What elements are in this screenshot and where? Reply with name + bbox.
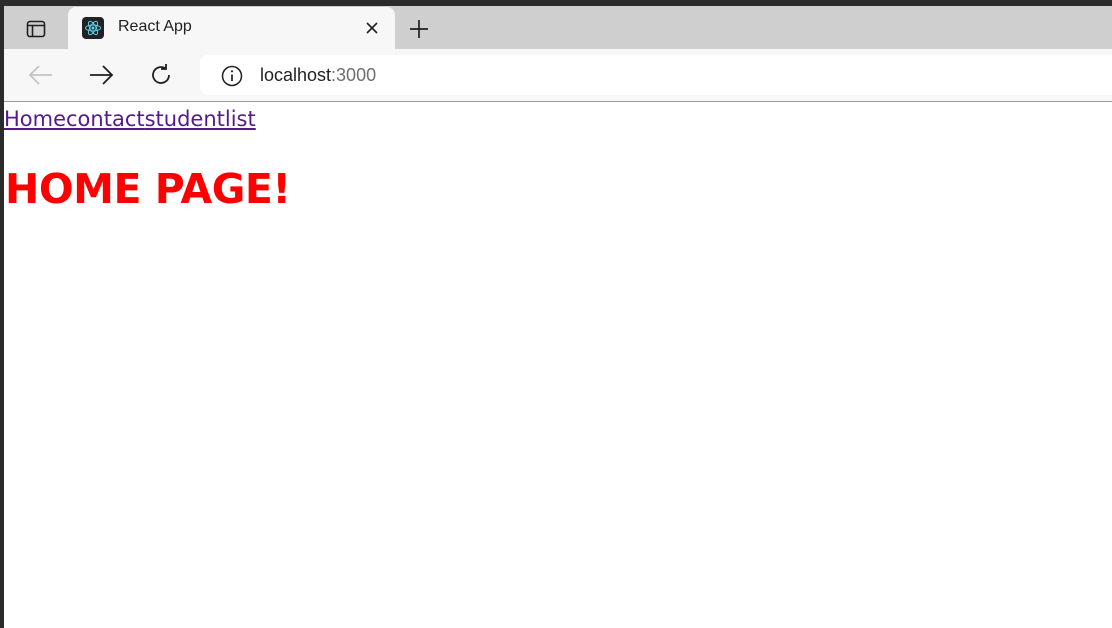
nav-link-studentlist[interactable]: studentlist <box>145 107 256 131</box>
tab-actions-icon <box>26 20 46 38</box>
tab-strip: React App <box>4 6 1112 49</box>
forward-button[interactable] <box>86 60 116 90</box>
new-tab-button[interactable] <box>404 14 434 44</box>
info-icon <box>221 65 243 87</box>
reload-icon <box>152 64 170 84</box>
close-icon <box>366 22 378 34</box>
arrow-right-icon <box>90 65 114 85</box>
address-bar[interactable]: localhost:3000 <box>200 55 1112 95</box>
browser-toolbar: localhost:3000 <box>4 49 1112 102</box>
tab-react-app[interactable]: React App <box>68 7 395 49</box>
site-info-button[interactable] <box>220 64 244 88</box>
back-button[interactable] <box>26 60 56 90</box>
tab-title: React App <box>118 18 192 35</box>
arrow-left-icon <box>28 65 52 85</box>
url-host: localhost <box>260 65 332 85</box>
page-content: Homecontactstudentlist HOME PAGE! <box>4 102 1112 628</box>
url-text[interactable]: localhost:3000 <box>260 65 376 86</box>
reload-button[interactable] <box>146 60 176 90</box>
nav-link-home[interactable]: Home <box>4 107 66 131</box>
tab-actions-button[interactable] <box>20 15 52 43</box>
close-tab-button[interactable] <box>362 18 382 38</box>
react-logo-icon <box>82 17 104 39</box>
browser-window: React App localhost:3000 Homecontactstud… <box>0 0 1112 628</box>
page-heading: HOME PAGE! <box>5 165 291 213</box>
url-port: :3000 <box>331 65 377 85</box>
nav-link-contact[interactable]: contact <box>66 107 145 131</box>
nav-links: Homecontactstudentlist <box>4 107 256 131</box>
plus-icon <box>410 20 428 38</box>
